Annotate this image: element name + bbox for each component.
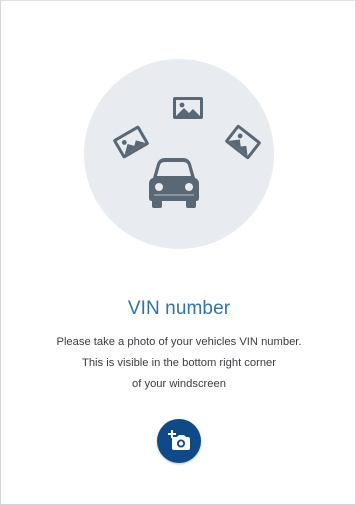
car-icon [149,158,199,208]
instruction-text-line-3: of your windscreen [132,378,226,390]
image-icon [225,124,261,160]
instruction-text-line-2: This is visible in the bottom right corn… [82,357,276,369]
image-icon [173,97,203,119]
instruction-text-line-1: Please take a photo of your vehicles VIN… [56,336,302,348]
vin-capture-screen: VIN number Please take a photo of your v… [0,0,356,505]
vin-illustration [84,59,274,249]
image-icon [113,125,149,159]
add-photo-icon [168,430,190,450]
illustration-graphic [113,97,261,208]
add-photo-button[interactable] [157,419,201,463]
page-title: VIN number [127,298,231,319]
